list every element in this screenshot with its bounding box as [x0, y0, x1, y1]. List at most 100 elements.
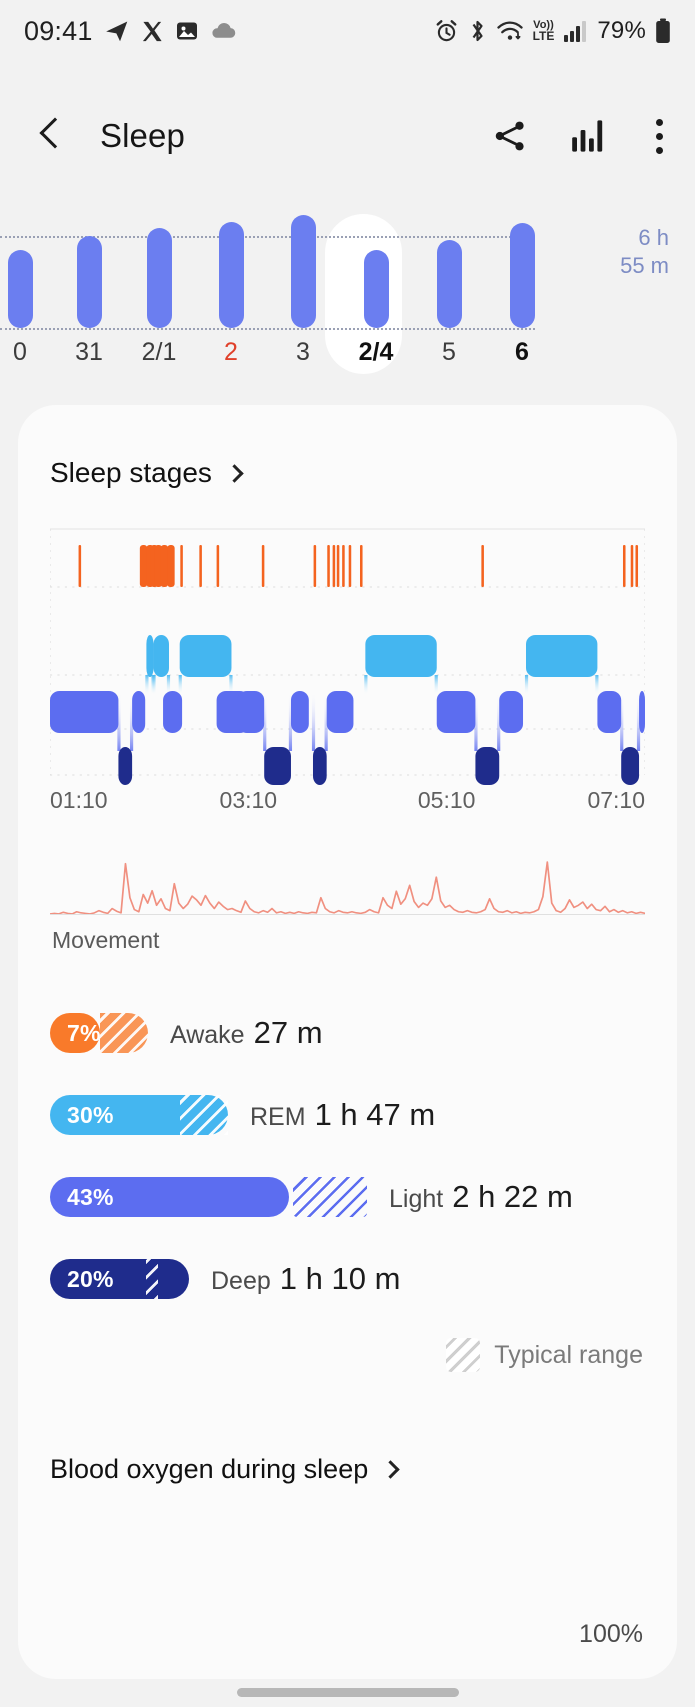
hypnogram-segment [145, 675, 149, 695]
status-bar-right: Vo)) LTE 79% [434, 17, 671, 45]
hypnogram-segment [153, 635, 169, 677]
stage-row: 43% Light 2 h 22 m [50, 1174, 645, 1220]
typical-range-band [180, 1095, 228, 1135]
alarm-icon [434, 19, 459, 44]
weekly-bar[interactable] [364, 250, 389, 328]
page-title: Sleep [100, 117, 185, 154]
weekly-day-label[interactable]: 6 [515, 338, 529, 367]
weekly-day-labels: 0 31 2/1 2 3 2/4 5 6 [0, 338, 695, 378]
battery-percent: 79% [597, 17, 646, 44]
hypnogram-segment [264, 747, 291, 785]
hypnogram-segment [132, 691, 146, 733]
weekly-day-label[interactable]: 2/4 [359, 338, 394, 367]
hypnogram-segment [50, 691, 119, 733]
weekly-bar[interactable] [291, 215, 316, 328]
hypnogram-segment [313, 545, 317, 587]
typical-range-swatch-icon [446, 1338, 481, 1372]
weekly-bar[interactable] [219, 222, 244, 328]
stage-percent: 30% [67, 1101, 114, 1128]
time-axis-label: 01:10 [50, 787, 108, 813]
weekly-bar[interactable] [147, 228, 172, 328]
share-icon[interactable] [491, 117, 529, 155]
stage-percent: 43% [67, 1183, 114, 1210]
bar-chart-icon[interactable] [571, 119, 607, 153]
hypnogram-segment [481, 545, 484, 587]
hypnogram-segment [311, 691, 316, 751]
hypnogram-segment [639, 691, 645, 733]
stage-duration: 2 h 22 m [452, 1179, 573, 1214]
stage-row: 7% Awake 27 m [50, 1010, 645, 1056]
hypnogram-segment [290, 691, 309, 733]
stage-name: Awake [170, 1021, 245, 1049]
home-indicator[interactable] [236, 1688, 459, 1697]
stage-percent: 7% [67, 1019, 101, 1046]
weekly-day-label[interactable]: 3 [296, 338, 310, 367]
hypnogram-time-axis: 01:10 03:10 05:10 07:10 [50, 787, 645, 833]
weekly-day-label[interactable]: 0 [13, 338, 27, 367]
weekly-bar[interactable] [77, 236, 102, 328]
hypnogram-segment [163, 691, 183, 733]
hypnogram-segment [595, 675, 599, 695]
x-icon [141, 20, 164, 43]
stage-row: 30% REM 1 h 47 m [50, 1092, 645, 1138]
hypnogram-segment [146, 635, 154, 677]
stage-label-group: REM 1 h 47 m [250, 1097, 435, 1133]
hypnogram-segment [630, 545, 634, 587]
hypnogram-segment [167, 545, 175, 587]
hypnogram-segment [621, 747, 640, 785]
weekly-day-label[interactable]: 5 [442, 338, 456, 367]
weekly-chart-plot [0, 200, 695, 335]
stage-bar-fill: 7% [50, 1013, 100, 1053]
blood-oxygen-row[interactable]: Blood oxygen during sleep [18, 1454, 677, 1485]
hypnogram-segment [336, 545, 340, 587]
chevron-right-icon [381, 1460, 400, 1479]
weekly-bar[interactable] [437, 240, 462, 328]
hypnogram-segment [261, 545, 265, 587]
stage-bar: 20% [50, 1259, 189, 1299]
hypnogram-segment [342, 545, 345, 587]
hypnogram-segment [364, 675, 368, 695]
volte-icon: Vo)) LTE [532, 19, 555, 43]
typical-range-legend: Typical range [18, 1338, 677, 1372]
weekly-bar[interactable] [510, 223, 535, 328]
typical-range-band [293, 1177, 367, 1217]
weekly-bar[interactable] [8, 250, 33, 328]
stage-bar-fill: 43% [50, 1177, 289, 1217]
time-axis-label: 05:10 [417, 787, 476, 813]
hypnogram-segment [312, 747, 327, 785]
stage-bar: 7% [50, 1013, 148, 1053]
status-time: 09:41 [24, 15, 93, 46]
axis-value-minutes: 55 m [620, 253, 669, 278]
hypnogram-segment [152, 675, 156, 695]
app-bar-actions [491, 113, 669, 160]
weekly-day-label[interactable]: 31 [75, 338, 103, 367]
hypnogram-segment [434, 675, 438, 695]
time-axis-label: 03:10 [219, 787, 278, 813]
movement-svg [50, 861, 645, 915]
stage-name: Light [389, 1185, 444, 1213]
weekly-day-label[interactable]: 2 [224, 338, 238, 367]
sleep-stages-header[interactable]: Sleep stages [18, 405, 677, 489]
hypnogram-segment [180, 545, 183, 587]
more-vertical-icon[interactable] [649, 113, 669, 160]
blood-oxygen-value: 100% [579, 1620, 643, 1648]
weekly-axis-value: 6 h 55 m [620, 224, 669, 280]
movement-line [50, 861, 645, 915]
hypnogram-segment [332, 545, 336, 587]
back-button[interactable] [36, 113, 76, 159]
hypnogram-segment [436, 691, 476, 733]
weekly-bars [0, 200, 695, 335]
typical-range-label: Typical range [494, 1340, 643, 1369]
weekly-day-label[interactable]: 2/1 [142, 338, 177, 367]
hypnogram-segment [326, 691, 354, 733]
hypnogram-segment [526, 635, 598, 677]
hypnogram-segment [597, 691, 622, 733]
hypnogram-segment [499, 691, 524, 733]
hypnogram-segment [179, 635, 232, 677]
stage-label-group: Deep 1 h 10 m [211, 1261, 400, 1297]
weekly-sleep-chart[interactable]: 0 31 2/1 2 3 2/4 5 6 6 h 55 m [0, 200, 695, 385]
status-bar: 09:41 Vo)) LTE 79% [0, 0, 695, 62]
hypnogram-segment [359, 545, 363, 587]
hypnogram-segment [160, 545, 169, 587]
photos-icon [175, 19, 199, 43]
